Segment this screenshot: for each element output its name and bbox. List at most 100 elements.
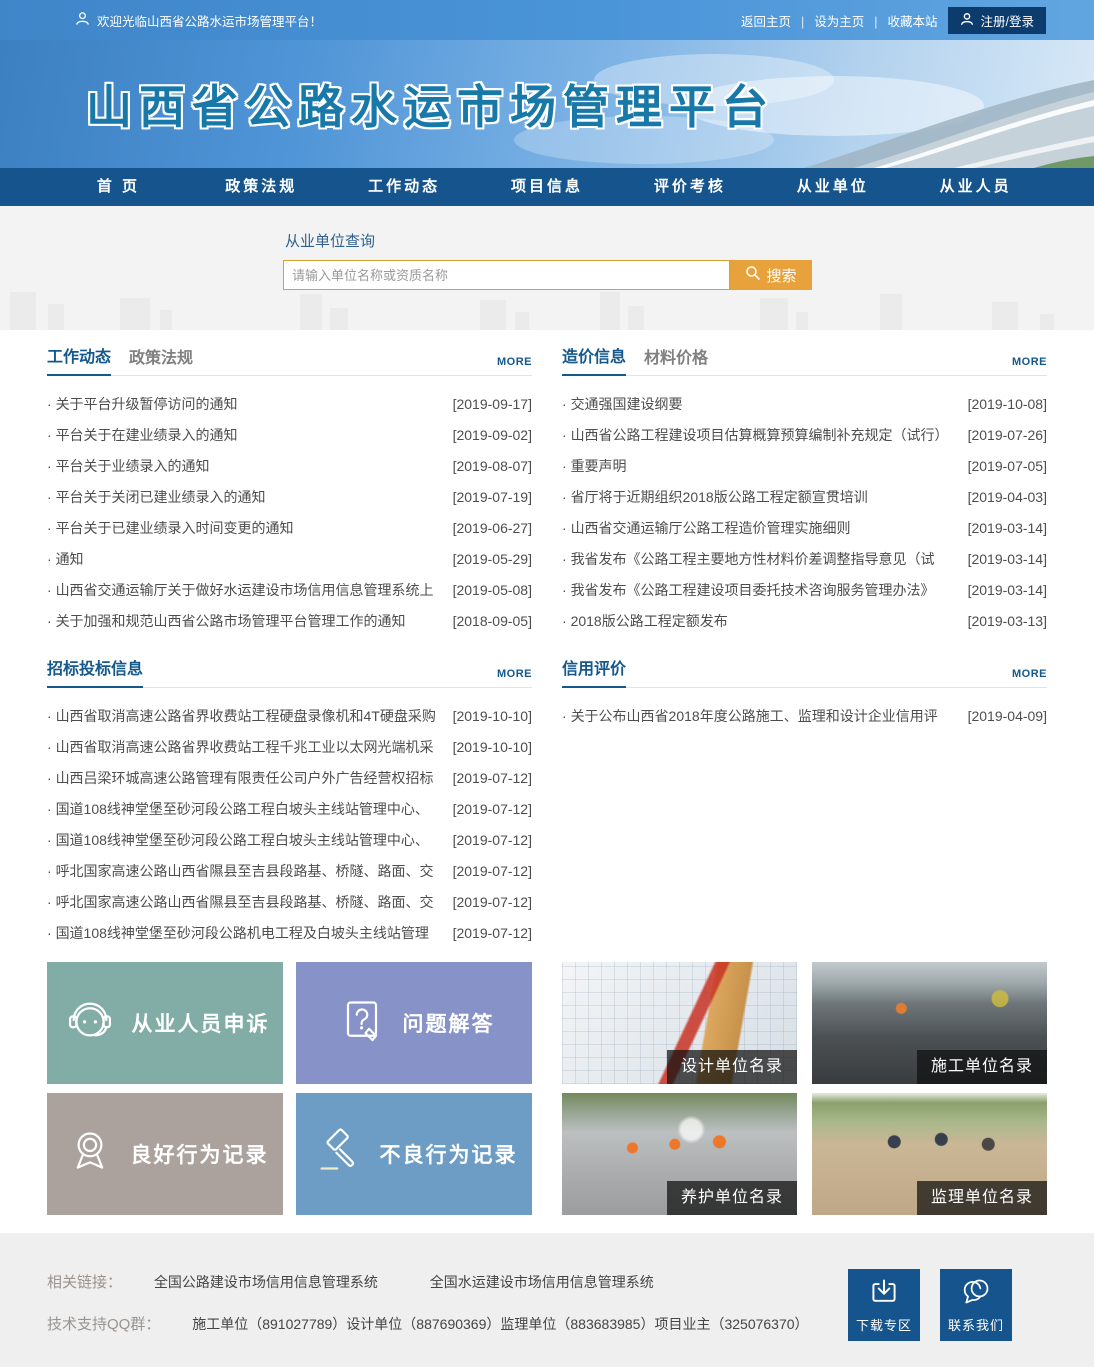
news-date: [2019-04-03] — [968, 489, 1047, 505]
construction-units-directory[interactable]: 施工单位名录 — [812, 962, 1047, 1084]
search-button-label: 搜索 — [766, 265, 796, 286]
news-title-link[interactable]: 省厅将于近期组织2018版公路工程定额宣贯培训 — [562, 487, 962, 507]
link-set-home[interactable]: 设为主页 — [814, 11, 877, 30]
news-item: 平台关于已建业绩录入时间变更的通知 [2019-06-27] — [47, 512, 532, 543]
news-item: 重要声明 [2019-07-05] — [562, 450, 1047, 481]
qa-label: 问题解答 — [403, 1008, 495, 1038]
tab-material-prices[interactable]: 材料价格 — [644, 344, 708, 375]
magnifier-icon — [745, 265, 761, 285]
news-title-link[interactable]: 国道108线神堂堡至砂河段公路工程白坡头主线站管理中心、 — [47, 830, 447, 850]
nav-item-projects[interactable]: 项目信息 — [476, 168, 619, 206]
headset-icon — [61, 991, 119, 1055]
news-item: 通知 [2019-05-29] — [47, 543, 532, 574]
news-title-link[interactable]: 2018版公路工程定额发布 — [562, 611, 962, 631]
nav-item-home[interactable]: 首 页 — [47, 168, 190, 206]
design-units-directory[interactable]: 设计单位名录 — [562, 962, 797, 1084]
qa-block[interactable]: 问题解答 — [296, 962, 532, 1084]
nav-item-work-news[interactable]: 工作动态 — [333, 168, 476, 206]
good-record-label: 良好行为记录 — [131, 1139, 269, 1169]
tab-credit-evaluation[interactable]: 信用评价 — [562, 655, 626, 688]
bad-record-block[interactable]: 不良行为记录 — [296, 1093, 532, 1215]
more-link-cost[interactable]: MORE — [1012, 356, 1047, 375]
news-item: 2018版公路工程定额发布 [2019-03-13] — [562, 605, 1047, 636]
download-zone-button[interactable]: 下载专区 — [848, 1269, 920, 1341]
news-title-link[interactable]: 通知 — [47, 549, 447, 569]
good-record-block[interactable]: 良好行为记录 — [47, 1093, 283, 1215]
news-date: [2019-07-12] — [453, 801, 532, 817]
news-item: 关于公布山西省2018年度公路施工、监理和设计企业信用评 [2019-04-09… — [562, 700, 1047, 731]
news-item: 交通强国建设纲要 [2019-10-08] — [562, 388, 1047, 419]
nav-item-units[interactable]: 从业单位 — [761, 168, 904, 206]
download-icon — [869, 1277, 899, 1310]
nav-item-policy[interactable]: 政策法规 — [190, 168, 333, 206]
more-link-work[interactable]: MORE — [497, 356, 532, 375]
news-title-link[interactable]: 山西省交通运输厅公路工程造价管理实施细则 — [562, 518, 962, 538]
news-item: 山西省取消高速公路省界收费站工程硬盘录像机和4T硬盘采购 [2019-10-10… — [47, 700, 532, 731]
news-title-link[interactable]: 国道108线神堂堡至砂河段公路工程白坡头主线站管理中心、 — [47, 799, 447, 819]
supervision-units-caption: 监理单位名录 — [917, 1181, 1047, 1215]
footer-link-highway-credit[interactable]: 全国公路建设市场信用信息管理系统 — [154, 1274, 378, 1290]
section-credit: 信用评价 MORE 关于公布山西省2018年度公路施工、监理和设计企业信用评 [… — [562, 658, 1047, 948]
contact-us-button[interactable]: 联系我们 — [940, 1269, 1012, 1341]
register-login-button[interactable]: 注册/登录 — [948, 7, 1046, 34]
more-link-bidding[interactable]: MORE — [497, 668, 532, 687]
footer-link-waterway-credit[interactable]: 全国水运建设市场信用信息管理系统 — [430, 1274, 654, 1290]
contact-us-label: 联系我们 — [948, 1315, 1004, 1334]
tab-work-news[interactable]: 工作动态 — [47, 343, 111, 376]
search-input[interactable] — [283, 260, 730, 290]
news-title-link[interactable]: 呼北国家高速公路山西省隰县至吉县段路基、桥隧、路面、交 — [47, 892, 447, 912]
news-item: 关于平台升级暂停访问的通知 [2019-09-17] — [47, 388, 532, 419]
news-title-link[interactable]: 山西省交通运输厅关于做好水运建设市场信用信息管理系统上 — [47, 580, 447, 600]
news-title-link[interactable]: 呼北国家高速公路山西省隰县至吉县段路基、桥隧、路面、交 — [47, 861, 447, 881]
news-item: 山西省取消高速公路省界收费站工程千兆工业以太网光端机采 [2019-10-10] — [47, 731, 532, 762]
news-title-link[interactable]: 关于平台升级暂停访问的通知 — [47, 394, 447, 414]
news-title-link[interactable]: 山西吕梁环城高速公路管理有限责任公司户外广告经营权招标 — [47, 768, 447, 788]
news-date: [2019-07-12] — [453, 770, 532, 786]
news-title-link[interactable]: 我省发布《公路工程主要地方性材料价差调整指导意见（试 — [562, 549, 962, 569]
work-news-list: 关于平台升级暂停访问的通知 [2019-09-17] 平台关于在建业绩录入的通知… — [47, 388, 532, 636]
news-title-link[interactable]: 重要声明 — [562, 456, 962, 476]
link-favorite[interactable]: 收藏本站 — [888, 11, 938, 30]
news-item: 平台关于关闭已建业绩录入的通知 [2019-07-19] — [47, 481, 532, 512]
news-title-link[interactable]: 山西省取消高速公路省界收费站工程千兆工业以太网光端机采 — [47, 737, 447, 757]
banner: 山西省公路水运市场管理平台 — [0, 40, 1094, 168]
news-title-link[interactable]: 山西省取消高速公路省界收费站工程硬盘录像机和4T硬盘采购 — [47, 706, 447, 726]
user-icon — [960, 12, 974, 29]
news-title-link[interactable]: 平台关于在建业绩录入的通知 — [47, 425, 447, 445]
news-title-link[interactable]: 山西省公路工程建设项目估算概算预算编制补充规定（试行） — [562, 425, 962, 445]
welcome-text: 欢迎光临山西省公路水运市场管理平台！ — [97, 11, 322, 30]
more-link-credit[interactable]: MORE — [1012, 668, 1047, 687]
tab-cost-info[interactable]: 造价信息 — [562, 343, 626, 376]
section-work-news: 工作动态 政策法规 MORE 关于平台升级暂停访问的通知 [2019-09-17… — [47, 346, 532, 636]
cost-news-list: 交通强国建设纲要 [2019-10-08] 山西省公路工程建设项目估算概算预算编… — [562, 388, 1047, 636]
news-title-link[interactable]: 关于加强和规范山西省公路市场管理平台管理工作的通知 — [47, 611, 447, 631]
news-item: 关于加强和规范山西省公路市场管理平台管理工作的通知 [2018-09-05] — [47, 605, 532, 636]
search-button[interactable]: 搜索 — [730, 260, 812, 290]
search-label: 从业单位查询 — [285, 230, 1047, 251]
nav-item-personnel[interactable]: 从业人员 — [904, 168, 1047, 206]
news-title-link[interactable]: 平台关于业绩录入的通知 — [47, 456, 447, 476]
nav-item-evaluation[interactable]: 评价考核 — [618, 168, 761, 206]
credit-list: 关于公布山西省2018年度公路施工、监理和设计企业信用评 [2019-04-09… — [562, 700, 1047, 731]
news-item: 山西吕梁环城高速公路管理有限责任公司户外广告经营权招标 [2019-07-12] — [47, 762, 532, 793]
tab-policy-laws[interactable]: 政策法规 — [129, 344, 193, 375]
maintenance-units-directory[interactable]: 养护单位名录 — [562, 1093, 797, 1215]
link-back-home[interactable]: 返回主页 — [741, 11, 804, 30]
tab-bidding-info[interactable]: 招标投标信息 — [47, 655, 143, 688]
news-item: 省厅将于近期组织2018版公路工程定额宣贯培训 [2019-04-03] — [562, 481, 1047, 512]
news-date: [2019-05-29] — [453, 551, 532, 567]
appeal-block[interactable]: 从业人员申诉 — [47, 962, 283, 1084]
download-zone-label: 下载专区 — [856, 1315, 912, 1334]
news-title-link[interactable]: 国道108线神堂堡至砂河段公路机电工程及白坡头主线站管理 — [47, 923, 447, 943]
news-title-link[interactable]: 我省发布《公路工程建设项目委托技术咨询服务管理办法》 — [562, 580, 962, 600]
news-title-link[interactable]: 平台关于已建业绩录入时间变更的通知 — [47, 518, 447, 538]
news-title-link[interactable]: 平台关于关闭已建业绩录入的通知 — [47, 487, 447, 507]
news-title-link[interactable]: 交通强国建设纲要 — [562, 394, 962, 414]
directories-grid: 设计单位名录 施工单位名录 养护单位名录 监理单位名录 — [562, 962, 1047, 1215]
news-item: 山西省交通运输厅公路工程造价管理实施细则 [2019-03-14] — [562, 512, 1047, 543]
maintenance-units-caption: 养护单位名录 — [667, 1181, 797, 1215]
user-icon — [75, 11, 90, 29]
news-date: [2019-07-12] — [453, 925, 532, 941]
news-title-link[interactable]: 关于公布山西省2018年度公路施工、监理和设计企业信用评 — [562, 706, 962, 726]
supervision-units-directory[interactable]: 监理单位名录 — [812, 1093, 1047, 1215]
